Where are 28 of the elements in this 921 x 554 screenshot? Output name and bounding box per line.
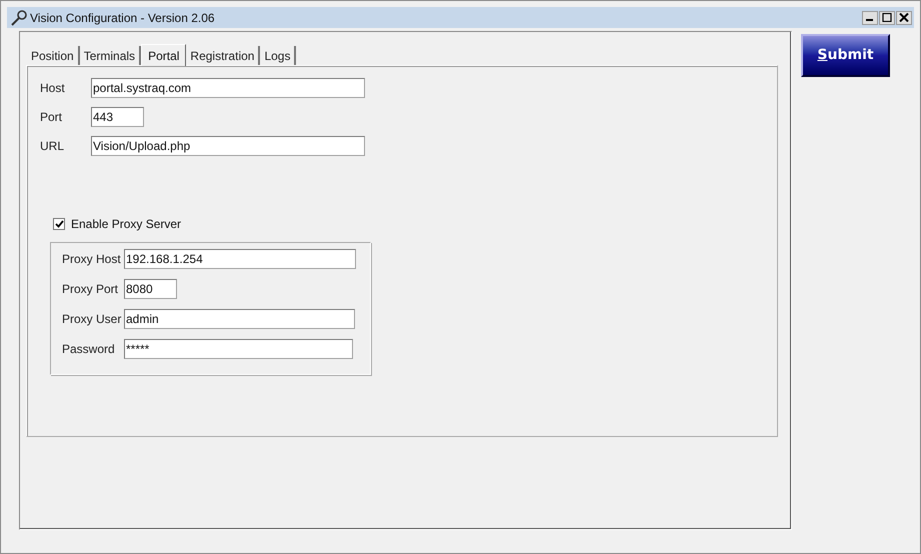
input-field[interactable]: 192.168.1.254 bbox=[124, 249, 356, 269]
field-label: Host bbox=[40, 80, 66, 97]
tab[interactable]: Registration bbox=[186, 46, 260, 65]
close-icon bbox=[899, 13, 909, 22]
close-button[interactable] bbox=[896, 10, 912, 24]
field-label: Proxy User bbox=[62, 311, 122, 328]
field-label: Password bbox=[62, 341, 116, 358]
field-label: Proxy Host bbox=[62, 251, 122, 268]
tab[interactable]: Portal bbox=[141, 44, 186, 66]
window-title: Vision Configuration - Version 2.06 bbox=[30, 10, 215, 26]
tab[interactable]: Position bbox=[27, 46, 80, 65]
checkbox[interactable] bbox=[53, 218, 65, 230]
checkmark-icon bbox=[54, 220, 64, 228]
tab[interactable]: Logs bbox=[260, 46, 296, 65]
field-label: Port bbox=[40, 109, 64, 126]
input-field[interactable]: portal.systraq.com bbox=[91, 78, 365, 98]
minimize-button[interactable] bbox=[862, 10, 878, 24]
input-field[interactable]: ***** bbox=[124, 339, 353, 359]
checkbox-label: Enable Proxy Server bbox=[71, 216, 182, 233]
input-field[interactable]: 8080 bbox=[124, 279, 177, 299]
input-field[interactable]: Vision/Upload.php bbox=[91, 136, 365, 156]
input-field[interactable]: admin bbox=[124, 309, 355, 329]
submit-button[interactable]: Submit bbox=[801, 34, 890, 77]
input-field[interactable]: 443 bbox=[91, 107, 144, 127]
maximize-icon bbox=[882, 13, 892, 22]
field-label: URL bbox=[40, 138, 66, 155]
field-label: Proxy Port bbox=[62, 281, 120, 298]
maximize-button[interactable] bbox=[879, 10, 895, 24]
